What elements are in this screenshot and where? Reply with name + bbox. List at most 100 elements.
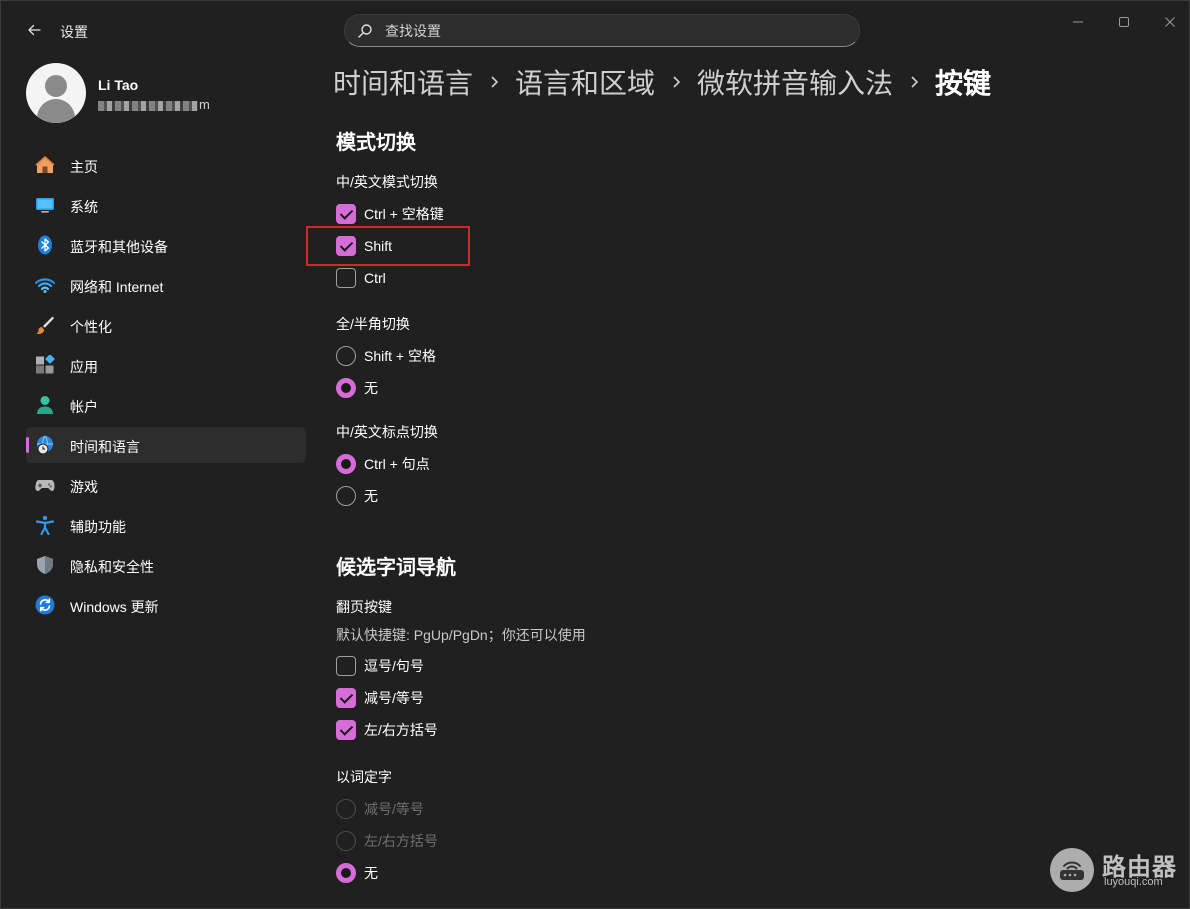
avatar[interactable] [26, 63, 86, 123]
checkbox-minus-equal[interactable]: 减号/等号 [336, 687, 424, 709]
radio-none-punct[interactable]: 无 [336, 485, 378, 507]
sidebar-item-label: 帐户 [70, 399, 98, 415]
sidebar-item-bluetooth[interactable]: 蓝牙和其他设备 [26, 227, 306, 263]
radio-label: 无 [364, 488, 378, 504]
sidebar-item-label: Windows 更新 [70, 599, 159, 615]
breadcrumb-item[interactable]: 时间和语言 [333, 62, 473, 102]
radio-brackets-disabled: 左/右方括号 [336, 830, 438, 852]
section-title-mode-switch: 模式切换 [336, 132, 416, 154]
checkbox-label: Ctrl + 空格键 [364, 206, 444, 222]
radio-circle[interactable] [336, 486, 356, 506]
search-input[interactable] [385, 21, 845, 41]
page-title: 按键 [935, 68, 992, 99]
checkbox-box[interactable] [336, 268, 356, 288]
checkbox-label: 左/右方括号 [364, 722, 438, 738]
watermark-subtitle: luyouqi.com [1104, 876, 1163, 888]
radio-ctrl-period[interactable]: Ctrl + 句点 [336, 453, 430, 475]
router-icon [1050, 848, 1094, 892]
checkbox-label: 减号/等号 [364, 690, 424, 706]
radio-circle[interactable] [336, 346, 356, 366]
checkbox-comma-period[interactable]: 逗号/句号 [336, 655, 424, 677]
checkbox-box[interactable] [336, 204, 356, 224]
group-label-punct: 中/英文标点切换 [336, 424, 438, 440]
sidebar-item-network[interactable]: 网络和 Internet [26, 267, 306, 303]
close-icon [1165, 17, 1175, 27]
breadcrumb-item[interactable]: 语言和区域 [515, 62, 655, 102]
sidebar-item-windows-update[interactable]: Windows 更新 [26, 587, 306, 623]
sidebar-item-label: 蓝牙和其他设备 [70, 239, 168, 255]
radio-label: 无 [364, 380, 378, 396]
radio-minus-equal-disabled: 减号/等号 [336, 798, 424, 820]
sidebar-item-home[interactable]: 主页 [26, 147, 306, 183]
radio-none-full-half[interactable]: 无 [336, 377, 378, 399]
sidebar-nav: 主页 系统 蓝牙和其他设备 网络和 Internet 个性化 应用 帐户 时间和… [26, 147, 306, 627]
radio-label: 减号/等号 [364, 801, 424, 817]
group-label-cn-en-mode: 中/英文模式切换 [336, 174, 438, 190]
bluetooth-icon [38, 235, 52, 255]
minimize-icon [1073, 21, 1083, 23]
paging-hint: 默认快捷键: PgUp/PgDn；你还可以使用 [336, 627, 586, 643]
email-redaction [98, 100, 198, 111]
title-bar: 设置 [0, 0, 1190, 60]
radio-shift-space[interactable]: Shift + 空格 [336, 345, 436, 367]
maximize-button[interactable] [1110, 8, 1138, 36]
avatar-body [37, 99, 75, 123]
accessibility-icon [35, 515, 55, 535]
sidebar-item-label: 游戏 [70, 479, 98, 495]
person-icon [37, 396, 53, 414]
sidebar-item-gaming[interactable]: 游戏 [26, 467, 306, 503]
sidebar-item-label: 系统 [70, 199, 98, 215]
search-box[interactable] [344, 14, 860, 47]
sidebar-item-apps[interactable]: 应用 [26, 347, 306, 383]
chevron-right-icon [673, 76, 681, 88]
checkbox-shift[interactable]: Shift [336, 235, 392, 257]
checkbox-label: Ctrl [364, 270, 386, 286]
sidebar-item-system[interactable]: 系统 [26, 187, 306, 223]
group-label-word-pick: 以词定字 [336, 769, 392, 785]
checkbox-box[interactable] [336, 720, 356, 740]
sidebar-item-personalization[interactable]: 个性化 [26, 307, 306, 343]
sidebar-item-time-language[interactable]: 时间和语言 [26, 427, 306, 463]
refresh-icon [35, 595, 55, 615]
apps-icon [36, 355, 55, 374]
close-button[interactable] [1156, 8, 1184, 36]
app-title: 设置 [60, 24, 88, 40]
chevron-right-icon [911, 76, 919, 88]
checkbox-ctrl-space[interactable]: Ctrl + 空格键 [336, 203, 444, 225]
checkbox-box[interactable] [336, 236, 356, 256]
user-name: Li Tao [98, 77, 139, 93]
radio-circle[interactable] [336, 378, 356, 398]
radio-label: Shift + 空格 [364, 348, 436, 364]
group-label-paging: 翻页按键 [336, 599, 392, 615]
checkbox-box[interactable] [336, 688, 356, 708]
chevron-right-icon [491, 76, 499, 88]
radio-circle[interactable] [336, 863, 356, 883]
checkbox-label: Shift [364, 238, 393, 254]
radio-none-word-pick[interactable]: 无 [336, 862, 378, 884]
sidebar-item-label: 隐私和安全性 [70, 559, 154, 575]
breadcrumb-item[interactable]: 微软拼音输入法 [697, 62, 893, 102]
monitor-icon [36, 198, 54, 213]
sidebar-item-label: 时间和语言 [70, 439, 140, 455]
sidebar-item-accessibility[interactable]: 辅助功能 [26, 507, 306, 543]
shield-icon [37, 556, 53, 574]
checkbox-ctrl[interactable]: Ctrl [336, 267, 386, 289]
sidebar-item-label: 应用 [70, 359, 98, 375]
checkbox-brackets[interactable]: 左/右方括号 [336, 719, 438, 741]
checkbox-box[interactable] [336, 656, 356, 676]
back-button[interactable] [18, 16, 50, 44]
section-title-candidate-nav: 候选字词导航 [336, 557, 456, 579]
brush-icon [36, 316, 54, 334]
wifi-icon [35, 278, 55, 293]
avatar-head [45, 75, 67, 97]
minimize-button[interactable] [1064, 8, 1092, 36]
radio-circle [336, 831, 356, 851]
radio-label: 左/右方括号 [364, 833, 438, 849]
sidebar-item-accounts[interactable]: 帐户 [26, 387, 306, 423]
radio-circle[interactable] [336, 454, 356, 474]
sidebar-item-privacy[interactable]: 隐私和安全性 [26, 547, 306, 583]
breadcrumb: 时间和语言 语言和区域 微软拼音输入法 按键 [333, 62, 991, 102]
gamepad-icon [35, 480, 55, 491]
radio-circle [336, 799, 356, 819]
sidebar-item-label: 个性化 [70, 319, 112, 335]
